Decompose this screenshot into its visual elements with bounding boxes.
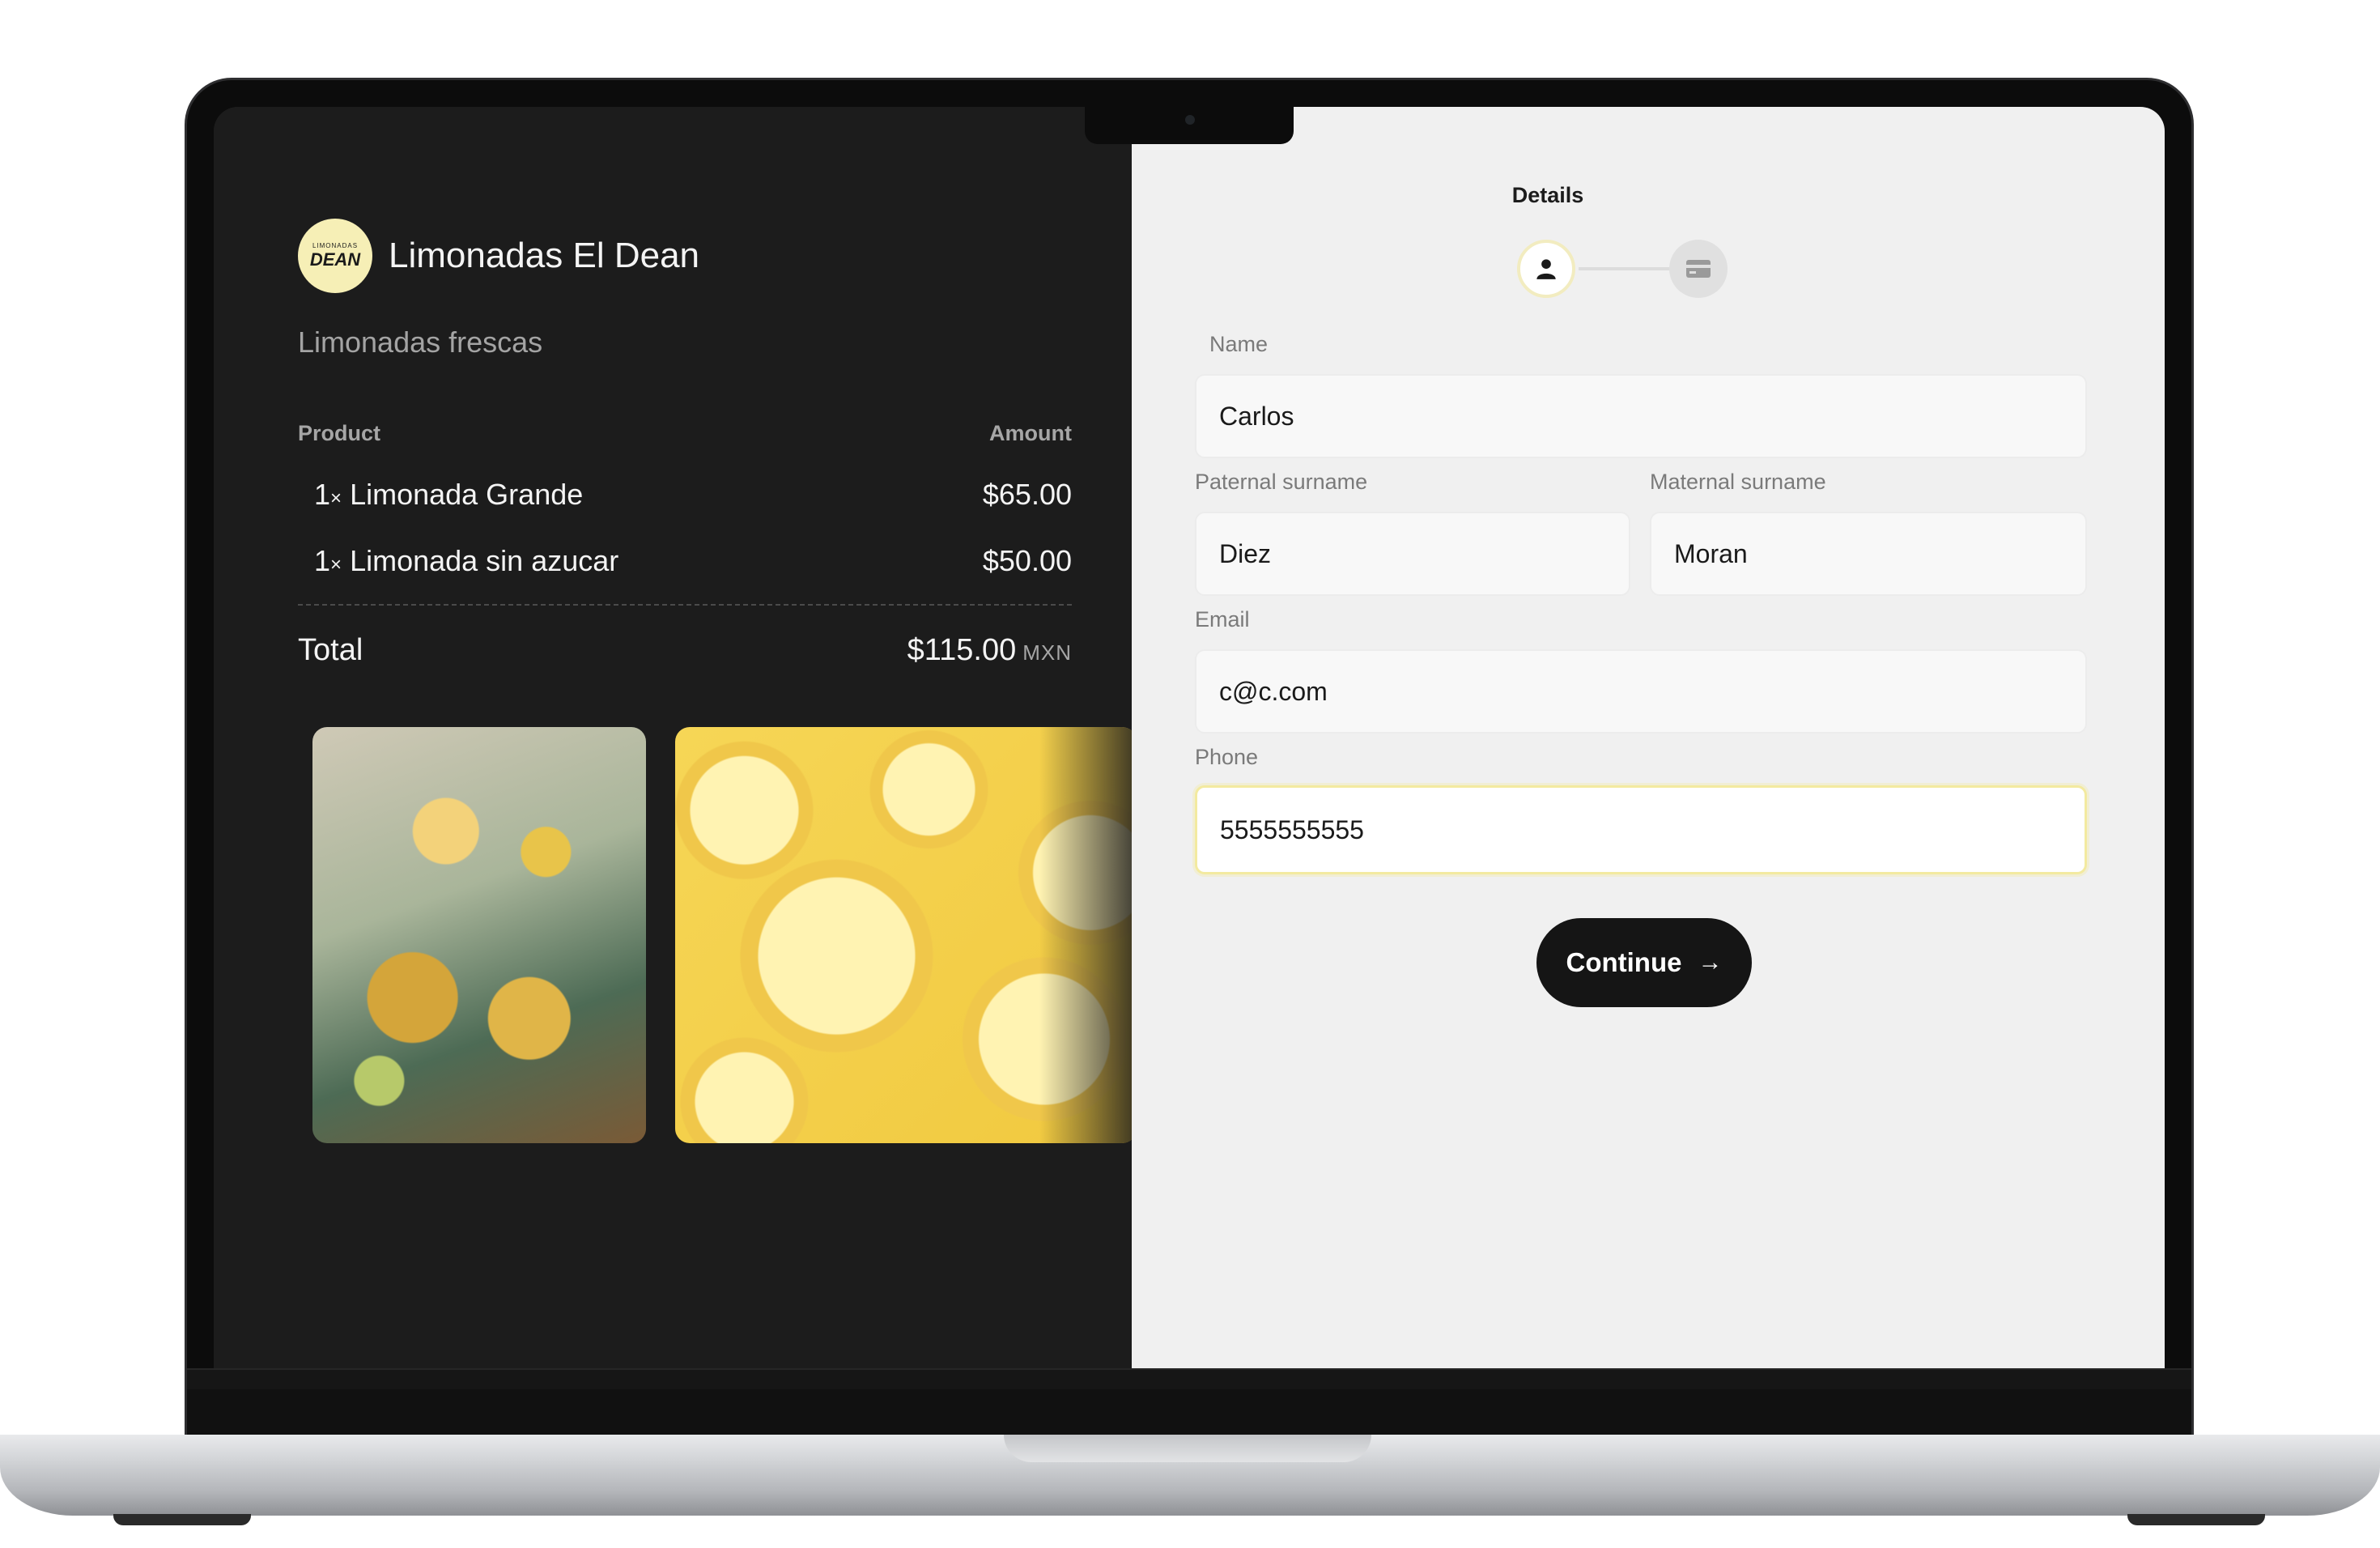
merchant-name: Limonadas El Dean bbox=[389, 236, 700, 275]
paternal-surname-label: Paternal surname bbox=[1195, 470, 1368, 494]
card-icon bbox=[1686, 260, 1711, 278]
name-label: Name bbox=[1209, 332, 1269, 356]
camera-notch bbox=[1085, 107, 1294, 144]
lemon-slices-photo bbox=[675, 727, 1137, 1143]
arrow-right-icon: → bbox=[1698, 949, 1723, 976]
user-icon bbox=[1536, 259, 1556, 279]
phone-label: Phone bbox=[1195, 745, 1259, 769]
lemonade-photo bbox=[312, 727, 646, 1143]
merchant-logo: LIMONADAS DEAN bbox=[298, 219, 372, 293]
line-item: 1× Limonada sin azucar $50.00 bbox=[314, 544, 1072, 578]
paternal-surname-field[interactable]: Diez bbox=[1195, 512, 1630, 596]
amount-header: Amount bbox=[989, 421, 1072, 445]
total-row: Total $115.00 MXN bbox=[298, 633, 1072, 668]
step-connector bbox=[1579, 267, 1676, 270]
total-label: Total bbox=[298, 633, 363, 667]
details-form-panel: Details Name Carlos Paternal surname Die… bbox=[1132, 107, 2165, 1368]
product-header: Product bbox=[298, 421, 381, 445]
step-payment[interactable] bbox=[1669, 240, 1728, 298]
email-field[interactable]: c@c.com bbox=[1195, 649, 2087, 734]
continue-button[interactable]: Continue → bbox=[1536, 918, 1752, 1007]
line-item-name: 1× Limonada sin azucar bbox=[314, 544, 619, 577]
laptop-opening-notch bbox=[1004, 1435, 1371, 1462]
merchant-tagline: Limonadas frescas bbox=[298, 325, 543, 359]
line-item-amount: $65.00 bbox=[982, 478, 1072, 511]
name-field[interactable]: Carlos bbox=[1195, 374, 2087, 458]
summary-divider bbox=[298, 604, 1072, 606]
merchant-brand: LIMONADAS DEAN Limonadas El Dean bbox=[298, 219, 699, 293]
continue-label: Continue bbox=[1566, 947, 1682, 977]
maternal-surname-field[interactable]: Moran bbox=[1650, 512, 2087, 596]
screen: LIMONADAS DEAN Limonadas El Dean Limonad… bbox=[214, 107, 2165, 1368]
currency-code: MXN bbox=[1022, 640, 1072, 665]
photo-fade bbox=[1039, 727, 1137, 1143]
maternal-surname-label: Maternal surname bbox=[1650, 470, 1826, 494]
step-title: Details bbox=[1511, 183, 1584, 207]
order-summary-panel: LIMONADAS DEAN Limonadas El Dean Limonad… bbox=[214, 107, 1137, 1368]
email-label: Email bbox=[1195, 607, 1250, 632]
summary-header: Product Amount bbox=[298, 421, 1072, 446]
total-value: $115.00 MXN bbox=[907, 633, 1072, 668]
line-item: 1× Limonada Grande $65.00 bbox=[314, 478, 1072, 512]
line-item-amount: $50.00 bbox=[982, 544, 1072, 577]
line-item-name: 1× Limonada Grande bbox=[314, 478, 584, 511]
laptop-foot bbox=[113, 1514, 251, 1525]
laptop-foot bbox=[2127, 1514, 2265, 1525]
camera-icon bbox=[1185, 115, 1195, 125]
screen-bottom-bezel bbox=[187, 1368, 2191, 1389]
laptop-chin bbox=[187, 1389, 2191, 1436]
step-details[interactable] bbox=[1517, 240, 1575, 298]
phone-field[interactable]: 5555555555 bbox=[1195, 785, 2087, 874]
total-amount: $115.00 bbox=[907, 633, 1017, 667]
